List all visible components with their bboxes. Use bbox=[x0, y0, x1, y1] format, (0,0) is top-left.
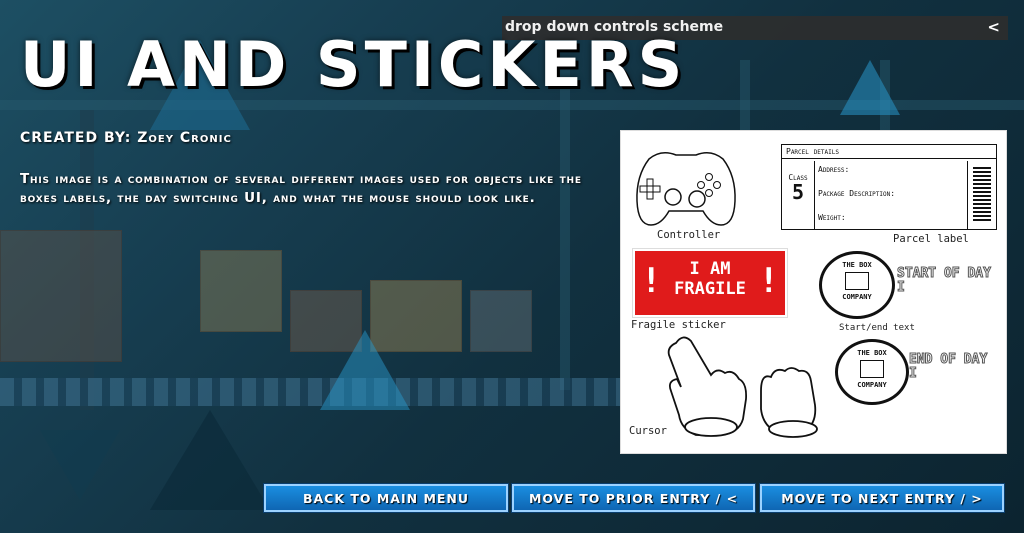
parcel-address-label: Address: bbox=[818, 165, 850, 174]
parcel-caption: Parcel label bbox=[893, 233, 969, 245]
cursor-caption: Cursor bbox=[629, 425, 667, 437]
author-credit: CREATED BY: Zoey Cronic bbox=[20, 130, 232, 146]
back-to-main-menu-button[interactable]: BACK TO MAIN MENU bbox=[264, 484, 508, 512]
parcel-class-value: 5 bbox=[791, 180, 805, 204]
parcel-weight-label: Weight: bbox=[818, 213, 846, 222]
entry-description: This image is a combination of several d… bbox=[20, 171, 582, 206]
controller-caption: Controller bbox=[657, 229, 721, 241]
cursor-open-hand-icon bbox=[760, 367, 818, 438]
parcel-header: Parcel details bbox=[782, 145, 996, 159]
sticker-preview-image: Controller Parcel details Class 5 Addres… bbox=[620, 130, 1007, 454]
box-company-logo-start: THE BOX COMPANY bbox=[819, 251, 895, 319]
end-of-day-text: END OF DAY I bbox=[909, 352, 988, 381]
prior-entry-button[interactable]: MOVE TO PRIOR ENTRY / < bbox=[512, 484, 755, 512]
parcel-description-label: Package Description: bbox=[818, 189, 896, 198]
start-end-caption: Start/end text bbox=[839, 323, 915, 333]
chevron-left-icon[interactable]: < bbox=[987, 18, 1000, 36]
start-of-day-text: START OF DAY I bbox=[897, 266, 992, 295]
controller-icon bbox=[636, 152, 736, 226]
page-title: UI AND STICKERS bbox=[20, 28, 687, 101]
box-company-logo-end: THE BOX COMPANY bbox=[835, 339, 909, 405]
parcel-label: Parcel details Class 5 Address: Package … bbox=[781, 144, 997, 230]
fragile-sticker: ! ! I AM FRAGILE bbox=[633, 249, 787, 317]
next-entry-button[interactable]: MOVE TO NEXT ENTRY / > bbox=[760, 484, 1004, 512]
barcode bbox=[967, 161, 996, 229]
